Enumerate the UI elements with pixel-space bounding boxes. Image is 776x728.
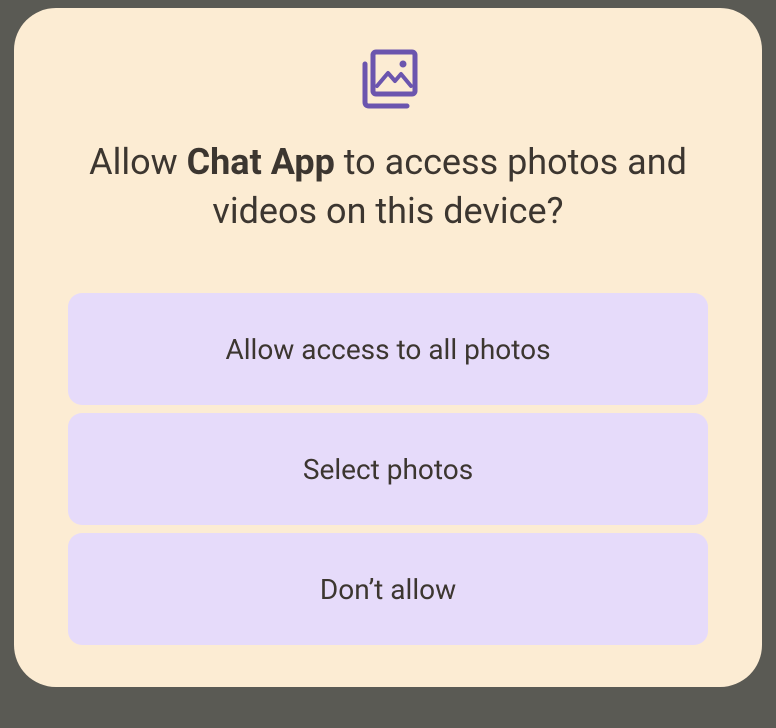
allow-all-button[interactable]: Allow access to all photos bbox=[68, 293, 708, 405]
option-label: Don’t allow bbox=[320, 573, 456, 606]
title-prefix: Allow bbox=[89, 141, 187, 183]
option-label: Select photos bbox=[303, 453, 473, 486]
select-photos-button[interactable]: Select photos bbox=[68, 413, 708, 525]
dont-allow-button[interactable]: Don’t allow bbox=[68, 533, 708, 645]
photo-library-icon bbox=[355, 46, 421, 116]
option-label: Allow access to all photos bbox=[225, 333, 550, 366]
permission-dialog: Allow Chat App to access photos and vide… bbox=[14, 8, 762, 687]
options-list: Allow access to all photos Select photos… bbox=[68, 293, 708, 645]
app-name: Chat App bbox=[187, 141, 335, 183]
permission-title: Allow Chat App to access photos and vide… bbox=[68, 138, 708, 235]
